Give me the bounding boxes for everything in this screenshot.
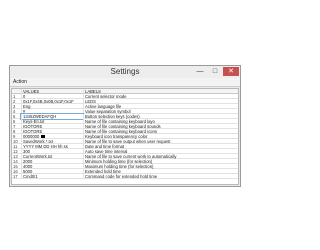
color-swatch-icon	[41, 135, 46, 139]
close-button[interactable]: ✕	[223, 67, 239, 76]
title-bar[interactable]: Settings — □ ✕	[10, 66, 240, 78]
maximize-button[interactable]: □	[208, 67, 222, 76]
settings-window: Settings — □ ✕ Action VALUES LABELS 1 0 …	[9, 65, 241, 187]
row-number: 17	[13, 174, 18, 179]
table-row[interactable]: 17 Cmd0/1 Command code for extended hold…	[12, 174, 238, 179]
menu-bar: Action	[10, 78, 240, 87]
value-cell[interactable]: Cmd0/1	[21, 174, 83, 179]
minimize-button[interactable]: —	[193, 67, 207, 76]
settings-grid[interactable]: VALUES LABELS 1 0 Current selector mode …	[11, 88, 239, 185]
desktop-background: Settings — □ ✕ Action VALUES LABELS 1 0 …	[0, 0, 250, 250]
label-cell[interactable]: Command code for extended hold time	[83, 174, 238, 179]
menu-item-action[interactable]: Action	[13, 78, 27, 86]
